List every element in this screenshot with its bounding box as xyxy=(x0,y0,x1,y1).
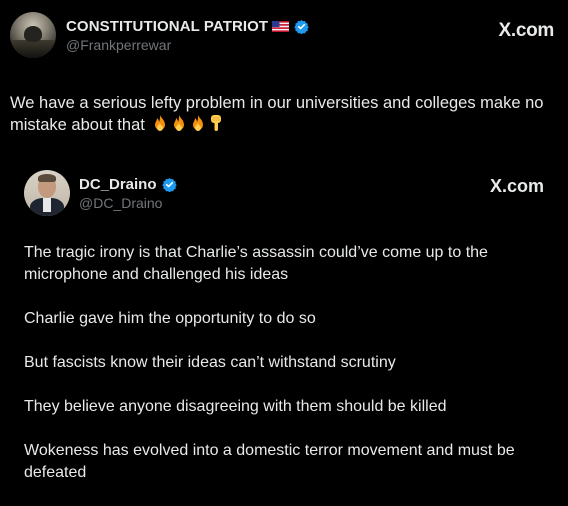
quoted-paragraph: Wokeness has evolved into a domestic ter… xyxy=(24,442,515,481)
fire-emoji xyxy=(190,114,206,138)
pointing-down-emoji xyxy=(209,114,223,138)
site-label: X.com xyxy=(489,176,544,196)
avatar[interactable] xyxy=(24,170,70,216)
quoted-handle[interactable]: @DC_Draino xyxy=(79,195,177,211)
quoted-tweet-body: The tragic irony is that Charlie’s assas… xyxy=(24,242,549,506)
verified-badge-icon xyxy=(161,177,177,192)
quoted-paragraph: But fascists know their ideas can’t with… xyxy=(24,354,396,371)
author-info: CONSTITUTIONAL PATRIOT @Frankperrewar xyxy=(66,16,309,53)
handle[interactable]: @Frankperrewar xyxy=(66,37,309,53)
us-flag-icon xyxy=(272,20,290,32)
site-label: X.com xyxy=(498,20,554,41)
quoted-display-name[interactable]: DC_Draino xyxy=(79,176,157,193)
tweet-body: We have a serious lefty problem in our u… xyxy=(10,94,544,134)
quoted-paragraph: The tragic irony is that Charlie’s assas… xyxy=(24,244,488,283)
tweet-text: We have a serious lefty problem in our u… xyxy=(10,92,555,138)
verified-badge-icon xyxy=(294,19,309,34)
quoted-paragraph: Charlie gave him the opportunity to do s… xyxy=(24,310,316,327)
quoted-author-info: DC_Draino @DC_Draino xyxy=(79,174,177,211)
fire-emoji xyxy=(152,114,168,138)
fire-emoji xyxy=(171,114,187,138)
display-name[interactable]: CONSTITUTIONAL PATRIOT xyxy=(66,18,268,35)
quoted-tweet-header: DC_Draino @DC_Draino X.com xyxy=(24,170,544,218)
quoted-paragraph: They believe anyone disagreeing with the… xyxy=(24,398,447,415)
avatar[interactable] xyxy=(10,12,56,58)
outer-tweet-header: CONSTITUTIONAL PATRIOT @Frankperrewar X.… xyxy=(10,12,558,58)
